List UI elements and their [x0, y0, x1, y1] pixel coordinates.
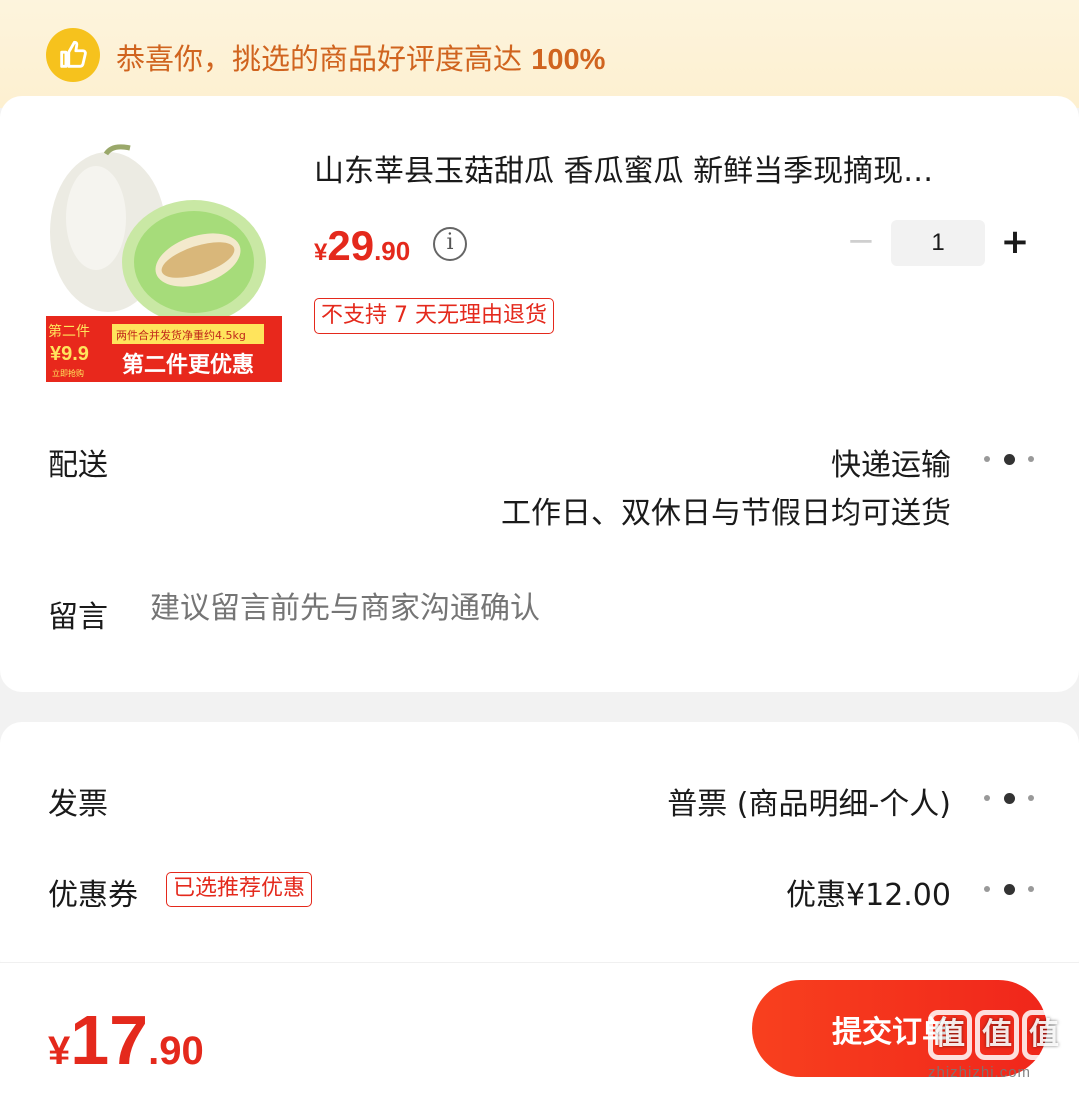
watermark: 值值值 zhizhizhi.com: [928, 1010, 1074, 1090]
price-decimal: .90: [374, 236, 411, 266]
total-integer: 17: [70, 1001, 149, 1079]
promo-small: 立即抢购: [52, 368, 84, 378]
quantity-value[interactable]: 1: [891, 220, 985, 266]
promo-top: 第二件: [48, 323, 90, 340]
promo-main: 第二件更优惠: [122, 352, 254, 378]
price-integer: 29: [327, 222, 375, 269]
return-policy-tag: 不支持 7 天无理由退货: [314, 298, 554, 334]
invoice-coupon-card: [0, 722, 1079, 982]
invoice-label: 发票: [48, 787, 108, 822]
delivery-label: 配送: [48, 448, 108, 483]
rating-banner: 恭喜你，挑选的商品好评度高达 100%: [0, 0, 1079, 108]
rating-text: 恭喜你，挑选的商品好评度高达 100%: [116, 42, 606, 76]
invoice-value[interactable]: 普票 (商品明细-个人): [667, 779, 951, 823]
quantity-decrease-button[interactable]: −: [846, 224, 876, 260]
coupon-tag: 已选推荐优惠: [166, 872, 313, 907]
delivery-method[interactable]: 快递运输: [831, 440, 951, 484]
quantity-increase-button[interactable]: +: [998, 222, 1032, 262]
watermark-url: zhizhizhi.com: [928, 1064, 1032, 1081]
total-decimal: .90: [148, 1029, 204, 1073]
product-title[interactable]: 山东莘县玉菇甜瓜 香瓜蜜瓜 新鲜当季现摘现…: [314, 146, 1034, 190]
more-dots-icon[interactable]: [984, 883, 1034, 895]
more-dots-icon[interactable]: [984, 453, 1034, 465]
message-input[interactable]: [150, 591, 750, 626]
total-price: ¥17.90: [48, 1000, 204, 1080]
watermark-logo: 值值值: [928, 1010, 1074, 1060]
info-icon[interactable]: i: [433, 227, 467, 261]
coupon-value[interactable]: 优惠¥12.00: [786, 870, 951, 914]
message-label: 留言: [48, 600, 108, 635]
product-price: ¥29.90: [314, 222, 410, 270]
coupon-label: 优惠券: [48, 878, 138, 913]
thumbs-up-icon: [46, 28, 100, 82]
price-currency: ¥: [314, 239, 328, 266]
promo-weight: 两件合并发货净重约4.5kg: [116, 328, 246, 342]
promo-price: ¥9.9: [50, 343, 89, 365]
product-image[interactable]: 第二件 ¥9.9 立即抢购 两件合并发货净重约4.5kg 第二件更优惠: [46, 140, 282, 382]
delivery-schedule: 工作日、双休日与节假日均可送货: [501, 496, 951, 531]
total-currency: ¥: [48, 1029, 71, 1073]
more-dots-icon[interactable]: [984, 792, 1034, 804]
